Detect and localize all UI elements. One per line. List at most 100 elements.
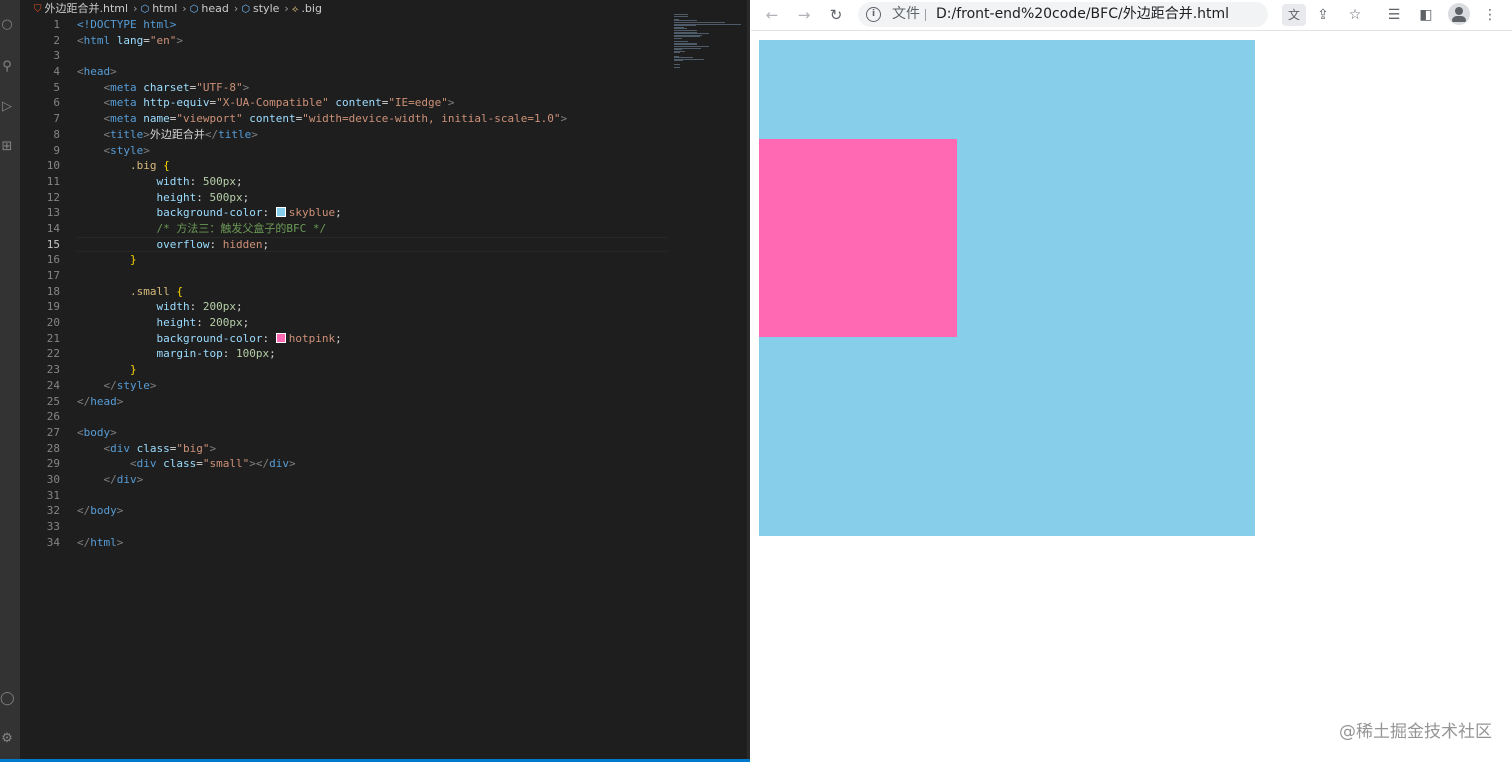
code-line[interactable]: <title>外边距合并</title> (77, 127, 667, 143)
line-number: 32 (46, 504, 60, 518)
code-line[interactable]: </body> (77, 503, 667, 519)
code-token: : (209, 237, 223, 251)
code-token: style (116, 378, 150, 392)
code-token: hotpink (288, 331, 336, 345)
color-swatch-icon[interactable] (275, 332, 286, 343)
url-text[interactable]: D:/front-end%20code/BFC/外边距合并.html (936, 2, 1229, 27)
small-box (759, 139, 957, 337)
minimap[interactable] (672, 14, 746, 74)
settings-gear-icon[interactable]: ⚙ (0, 732, 14, 746)
code-token: class (136, 441, 170, 455)
breadcrumb-item[interactable]: head (201, 0, 228, 17)
side-panel-icon[interactable]: ◧ (1415, 4, 1437, 26)
code-token: height (156, 190, 197, 204)
code-token: ; (242, 316, 250, 330)
code-token: overflow (156, 237, 210, 251)
code-line[interactable]: <body> (77, 425, 667, 441)
code-line[interactable]: } (77, 362, 667, 378)
code-area[interactable]: <!DOCTYPE html> <html lang="en"> <head> <m… (77, 17, 667, 550)
back-arrow-icon[interactable]: ← (761, 4, 783, 26)
code-line[interactable]: <head> (77, 64, 667, 80)
code-line[interactable]: </div> (77, 472, 667, 488)
breadcrumb-item[interactable]: .big (301, 0, 322, 17)
code-line[interactable]: <div class="small"></div> (77, 456, 667, 472)
profile-avatar-icon[interactable] (1448, 3, 1470, 25)
code-token: : (262, 331, 276, 345)
line-number: 25 (46, 394, 60, 408)
source-control-icon[interactable]: ⚲ (0, 60, 14, 74)
code-line[interactable]: height: 200px; (77, 315, 667, 331)
code-line[interactable] (77, 268, 667, 284)
code-line[interactable]: <meta http-equiv="X-UA-Compatible" conte… (77, 95, 667, 111)
run-debug-icon[interactable]: ▷ (0, 100, 14, 114)
forward-arrow-icon[interactable]: → (793, 4, 815, 26)
code-token: hidden (222, 237, 263, 251)
breadcrumb-item[interactable]: 外边距合并.html (45, 0, 129, 17)
code-token: "en" (149, 33, 177, 47)
breadcrumb-separator-icon: › (233, 2, 239, 15)
address-bar[interactable]: i 文件 D:/front-end%20code/BFC/外边距合并.html (858, 2, 1268, 27)
code-line[interactable] (77, 519, 667, 535)
code-token: > (560, 112, 568, 126)
code-line[interactable]: </style> (77, 378, 667, 394)
code-line[interactable]: <div class="big"> (77, 441, 667, 457)
extensions-icon[interactable]: ⊞ (0, 140, 14, 154)
code-line[interactable]: </head> (77, 394, 667, 410)
code-line[interactable]: <meta name="viewport" content="width=dev… (77, 111, 667, 127)
code-editor[interactable]: ⛉ 外边距合并.html › ⬡ html › ⬡ head › ⬡ style › ⟡ .big 123… (20, 0, 750, 762)
reading-list-icon[interactable]: ☰ (1383, 4, 1405, 26)
code-line[interactable]: <html lang="en"> (77, 33, 667, 49)
editor-scrollbar[interactable] (747, 0, 750, 762)
address-separator (925, 9, 926, 21)
code-token: margin-top (156, 347, 223, 361)
code-line[interactable]: } (77, 252, 667, 268)
account-icon[interactable]: ◯ (0, 692, 15, 706)
code-token: < (77, 425, 84, 439)
code-line[interactable]: <!DOCTYPE html> (77, 17, 667, 33)
code-line[interactable]: height: 500px; (77, 190, 667, 206)
code-token: title (110, 127, 144, 141)
code-line[interactable]: background-color: hotpink; (77, 331, 667, 347)
code-line[interactable]: .small { (77, 284, 667, 300)
cube-icon: ⬡ (189, 4, 199, 15)
code-line[interactable]: /* 方法三：触发父盒子的BFC */ (77, 221, 667, 237)
color-swatch-icon[interactable] (275, 207, 286, 218)
explorer-icon[interactable]: ○ (0, 18, 14, 32)
info-icon[interactable]: i (866, 7, 881, 22)
breadcrumb-item[interactable]: html (152, 0, 177, 17)
code-line[interactable]: width: 200px; (77, 299, 667, 315)
code-token: ; (335, 206, 342, 220)
code-token: body (90, 504, 117, 518)
kebab-menu-icon[interactable]: ⋮ (1479, 4, 1501, 26)
code-line[interactable]: width: 500px; (77, 174, 667, 190)
code-line[interactable]: background-color: skyblue; (77, 205, 667, 221)
breadcrumb-separator-icon: › (133, 2, 138, 15)
code-line[interactable] (77, 48, 667, 64)
code-line[interactable]: <meta charset="UTF-8"> (77, 80, 667, 96)
code-token: = (143, 33, 150, 47)
breadcrumb-item[interactable]: style (253, 0, 279, 17)
code-line[interactable] (77, 409, 667, 425)
browser-toolbar: ← → ↻ i 文件 D:/front-end%20code/BFC/外边距合并… (751, 0, 1512, 31)
code-line[interactable] (77, 488, 667, 504)
code-token: .big (129, 159, 157, 173)
code-line[interactable]: .big { (77, 158, 667, 174)
bookmark-star-icon[interactable]: ☆ (1344, 4, 1366, 26)
code-token: : (196, 190, 210, 204)
reload-icon[interactable]: ↻ (825, 4, 847, 26)
code-line[interactable]: overflow: hidden; (77, 236, 667, 253)
line-number: 1 (53, 18, 60, 31)
code-line[interactable]: margin-top: 100px; (77, 346, 667, 362)
line-number: 9 (53, 143, 60, 157)
share-icon[interactable]: ⇪ (1312, 4, 1334, 26)
translate-icon[interactable]: 文 (1282, 4, 1306, 26)
code-line[interactable]: </html> (77, 535, 667, 551)
code-token: content (249, 112, 296, 126)
code-line[interactable]: <style> (77, 143, 667, 159)
